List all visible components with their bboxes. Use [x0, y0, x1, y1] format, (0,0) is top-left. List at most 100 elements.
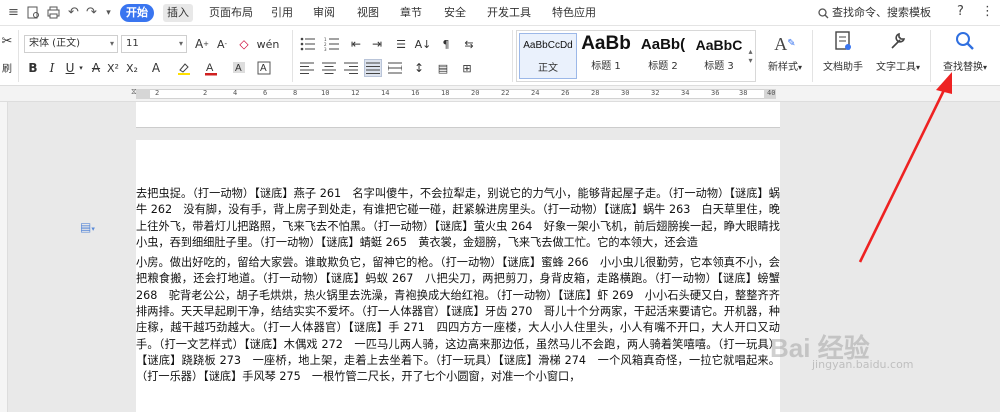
- show-hide-icon[interactable]: ⇆: [460, 35, 478, 53]
- wrench-icon: [870, 30, 926, 58]
- chevron-down-icon: ▾: [178, 39, 183, 48]
- grow-font-icon[interactable]: A +: [194, 35, 210, 53]
- ruler-number: 24: [531, 89, 540, 97]
- tab-chapter[interactable]: 章节: [397, 4, 425, 22]
- strikethrough-icon[interactable]: A: [89, 59, 103, 77]
- paragraph-shading-icon[interactable]: ▤: [434, 59, 452, 77]
- tab-insert[interactable]: 插入: [163, 4, 193, 22]
- text-tools-button[interactable]: 文字工具▾: [870, 30, 926, 82]
- style-heading-3[interactable]: AaBbC 标题 3: [693, 33, 745, 79]
- command-search[interactable]: 查找命令、搜索模板: [818, 4, 931, 22]
- baidu-watermark-url: jingyan.baidu.com: [812, 358, 914, 371]
- distribute-icon[interactable]: [386, 59, 404, 77]
- svg-text:A: A: [206, 62, 214, 74]
- format-painter-icon[interactable]: ✂: [0, 32, 14, 50]
- increase-indent-icon[interactable]: ⇥: [368, 35, 386, 53]
- clear-format-icon[interactable]: ◇: [236, 35, 252, 53]
- align-center-icon[interactable]: [320, 59, 338, 77]
- dropdown-icon[interactable]: ▾: [101, 5, 116, 20]
- tab-featured-apps[interactable]: 特色应用: [549, 4, 599, 22]
- style-heading-2-sample: AaBb(: [640, 36, 686, 53]
- subscript-icon[interactable]: X₂: [125, 59, 139, 77]
- svg-text:A: A: [235, 63, 242, 74]
- align-right-icon[interactable]: [342, 59, 360, 77]
- chevron-down-icon[interactable]: ▾: [77, 59, 85, 77]
- home-ribbon: ✂ 刷 宋体 (正文) ▾ 11 ▾ A + A- ◇ wén B I U ▾ A…: [0, 26, 1000, 86]
- horizontal-ruler[interactable]: ⧖ 2 2 4 6 8 10 12 14 16 18 20 22 24 26 2…: [0, 86, 1000, 102]
- command-search-label: 查找命令、搜索模板: [832, 6, 931, 19]
- redo-icon[interactable]: ↷: [84, 5, 99, 20]
- tab-view[interactable]: 视图: [354, 4, 382, 22]
- styles-gallery: AaBbCcDd 正文 AaBb 标题 1 AaBb( 标题 2 AaBbC 标…: [516, 30, 756, 82]
- text-effect-icon[interactable]: A: [149, 59, 163, 77]
- decrease-indent-icon[interactable]: ⇤: [347, 35, 365, 53]
- styles-scroll-icon[interactable]: ▴ ▾: [746, 33, 755, 79]
- superscript-icon[interactable]: X²: [106, 59, 120, 77]
- help-icon[interactable]: ?: [957, 4, 964, 19]
- ruler-number: 30: [621, 89, 630, 97]
- tab-security[interactable]: 安全: [441, 4, 469, 22]
- font-name-value: 宋体 (正文): [29, 38, 80, 49]
- font-color-icon[interactable]: A: [203, 59, 219, 77]
- tab-home[interactable]: 开始: [120, 4, 154, 22]
- style-normal[interactable]: AaBbCcDd 正文: [519, 33, 577, 79]
- font-name-combo[interactable]: 宋体 (正文) ▾: [24, 35, 118, 53]
- highlight-icon[interactable]: [175, 59, 193, 77]
- shrink-font-icon[interactable]: A-: [214, 35, 230, 53]
- style-heading-3-sample: AaBbC: [695, 37, 743, 53]
- format-painter-label: 刷: [2, 63, 12, 75]
- doc-assistant-button[interactable]: 文档助手: [818, 30, 868, 82]
- tab-developer-tools[interactable]: 开发工具: [484, 4, 534, 22]
- bullet-list-icon[interactable]: [298, 35, 318, 53]
- document-body[interactable]: 去把虫捉。（打一动物）【谜底】燕子 261 名字叫傻牛，不会拉犁走，别说它的力气…: [136, 186, 780, 390]
- borders-icon[interactable]: ⊞: [458, 59, 476, 77]
- style-heading-2-label: 标题 2: [648, 61, 678, 72]
- char-shading-icon[interactable]: A: [231, 59, 247, 77]
- indent-marker-icon[interactable]: ⧖: [131, 87, 137, 97]
- style-heading-2[interactable]: AaBb( 标题 2: [635, 33, 691, 79]
- navigation-pane-icon[interactable]: ▤▾: [80, 220, 95, 234]
- ruler-number: 6: [263, 89, 268, 97]
- riddle-paragraph[interactable]: 去把虫捉。（打一动物）【谜底】燕子 261 名字叫傻牛，不会拉犁走，别说它的力气…: [136, 186, 780, 251]
- ruler-number: 32: [651, 89, 660, 97]
- style-heading-1-sample: AaBb: [581, 33, 631, 54]
- ruler-number: 36: [711, 89, 720, 97]
- underline-icon[interactable]: U: [63, 59, 77, 77]
- numbered-list-icon[interactable]: 123: [322, 35, 342, 53]
- ruler-number: 10: [321, 89, 330, 97]
- riddle-paragraph[interactable]: 小房。做出好吃的，留给大家尝。谁敢欺负它，留神它的枪。（打一动物）【谜底】蜜蜂 …: [136, 255, 780, 385]
- tab-page-layout[interactable]: 页面布局: [206, 4, 256, 22]
- line-spacing-icon[interactable]: ↕: [410, 59, 428, 77]
- ruler-number: 2: [203, 89, 208, 97]
- tab-review[interactable]: 审阅: [310, 4, 338, 22]
- print-preview-icon[interactable]: [26, 5, 41, 20]
- document-page[interactable]: 去把虫捉。（打一动物）【谜底】燕子 261 名字叫傻牛，不会拉犁走，别说它的力气…: [136, 140, 780, 412]
- sort-icon[interactable]: A↓: [414, 35, 432, 53]
- new-style-button[interactable]: A✎ 新样式▾: [762, 30, 808, 82]
- align-left-icon[interactable]: [298, 59, 316, 77]
- style-heading-1[interactable]: AaBb 标题 1: [579, 33, 633, 79]
- chinese-layout-icon[interactable]: ☰: [392, 35, 410, 53]
- find-replace-button[interactable]: 查找替换▾: [936, 30, 994, 82]
- bold-icon[interactable]: B: [26, 59, 40, 77]
- new-style-icon: A✎: [774, 34, 796, 54]
- magnifier-icon: [936, 30, 994, 58]
- more-options-icon[interactable]: ⋮: [981, 4, 994, 19]
- font-size-combo[interactable]: 11 ▾: [121, 35, 187, 53]
- ruler-number: 20: [471, 89, 480, 97]
- ruler-number: 28: [591, 89, 600, 97]
- menu-icon[interactable]: ≡: [6, 5, 21, 20]
- ruler-number: 4: [233, 89, 238, 97]
- ruler-number: 40: [767, 89, 776, 97]
- italic-icon[interactable]: I: [45, 59, 59, 77]
- print-icon[interactable]: [46, 5, 61, 20]
- phonetic-guide-icon[interactable]: wén: [257, 35, 280, 53]
- undo-icon[interactable]: ↶: [66, 5, 81, 20]
- tab-references[interactable]: 引用: [268, 4, 296, 22]
- ruler-number: 12: [351, 89, 360, 97]
- show-marks-icon[interactable]: ¶: [437, 35, 455, 53]
- char-border-icon[interactable]: A: [256, 59, 272, 77]
- left-panel-strip[interactable]: [0, 102, 8, 412]
- ruler-number: 38: [739, 89, 748, 97]
- align-justify-icon[interactable]: [364, 59, 382, 77]
